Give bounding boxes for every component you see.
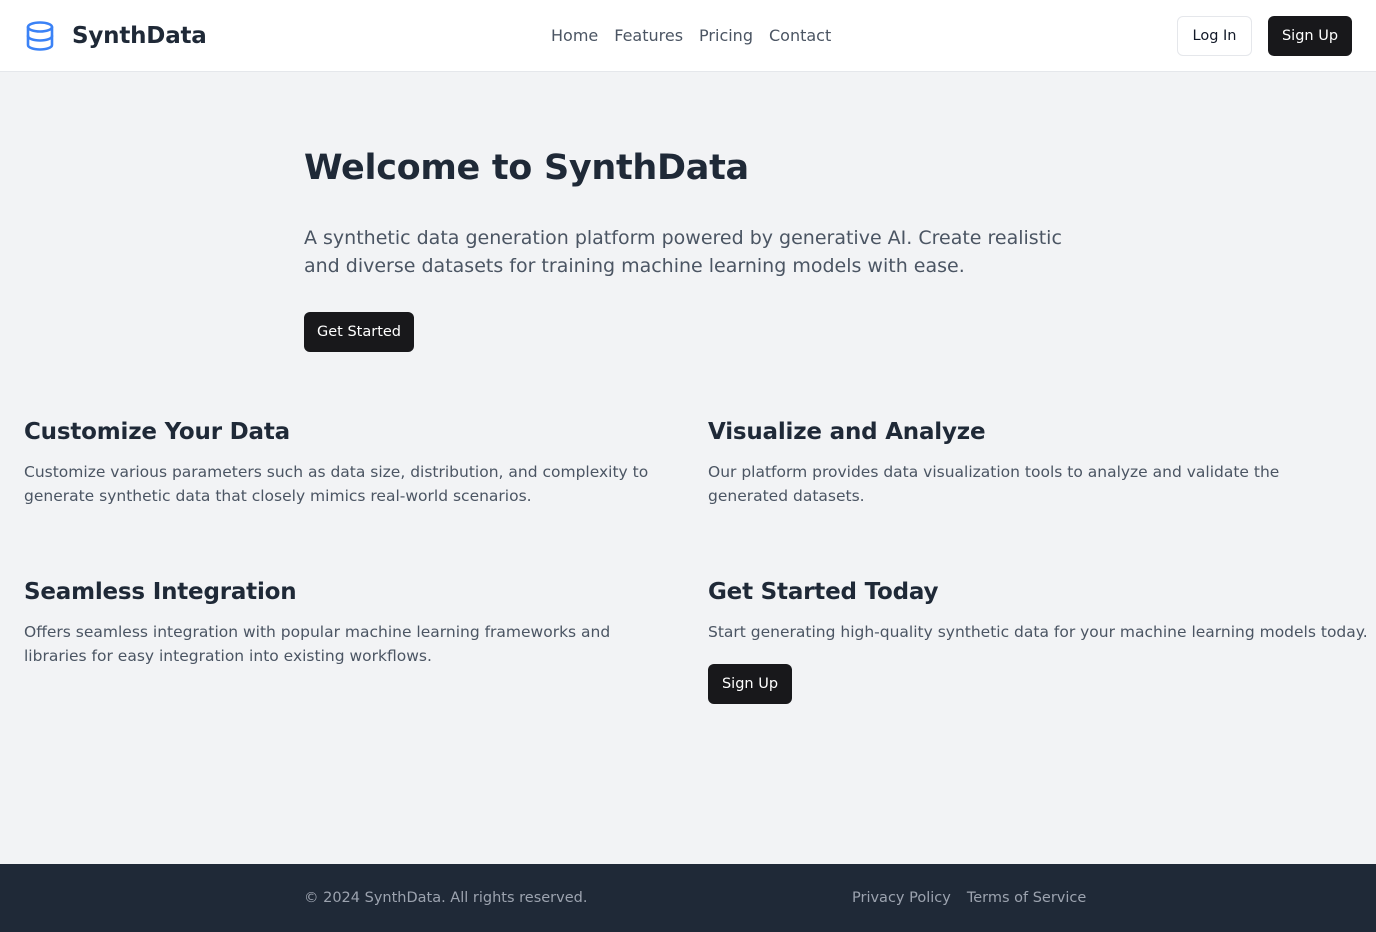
- nav-pricing[interactable]: Pricing: [699, 24, 753, 48]
- feature-description: Our platform provides data visualization…: [708, 463, 1280, 505]
- site-footer: © 2024 SynthData. All rights reserved. P…: [0, 864, 1376, 932]
- login-button[interactable]: Log In: [1177, 16, 1252, 56]
- nav-contact[interactable]: Contact: [769, 24, 831, 48]
- feature-title: Visualize and Analyze: [708, 419, 986, 445]
- feature-description: Offers seamless integration with popular…: [24, 623, 611, 665]
- feature-title: Get Started Today: [708, 579, 939, 605]
- brand-name: SynthData: [72, 23, 207, 49]
- signup-button[interactable]: Sign Up: [1268, 16, 1352, 56]
- feature-title: Customize Your Data: [24, 419, 290, 445]
- main-nav: Home Features Pricing Contact: [551, 24, 831, 48]
- copyright-text: © 2024 SynthData. All rights reserved.: [304, 890, 588, 906]
- hero-title: Welcome to SynthData: [304, 148, 749, 188]
- get-started-button[interactable]: Get Started: [304, 312, 414, 352]
- nav-features[interactable]: Features: [614, 24, 683, 48]
- feature-description: Start generating high-quality synthetic …: [708, 623, 1368, 641]
- feature-customize: Customize Your Data Customize various pa…: [24, 416, 674, 508]
- database-icon: [24, 20, 56, 52]
- hero-description: A synthetic data generation platform pow…: [304, 227, 1062, 277]
- feature-integration: Seamless Integration Offers seamless int…: [24, 576, 674, 668]
- signup-cta-button[interactable]: Sign Up: [708, 664, 792, 704]
- feature-visualize: Visualize and Analyze Our platform provi…: [708, 416, 1358, 508]
- brand[interactable]: SynthData: [24, 18, 207, 54]
- privacy-policy-link[interactable]: Privacy Policy: [852, 886, 951, 910]
- site-header: SynthData Home Features Pricing Contact …: [0, 0, 1376, 72]
- feature-get-started: Get Started Today Start generating high-…: [708, 576, 1368, 644]
- nav-home[interactable]: Home: [551, 24, 598, 48]
- terms-of-service-link[interactable]: Terms of Service: [967, 886, 1086, 910]
- feature-description: Customize various parameters such as dat…: [24, 463, 649, 505]
- footer-links: Privacy Policy Terms of Service: [852, 886, 1086, 910]
- feature-title: Seamless Integration: [24, 579, 297, 605]
